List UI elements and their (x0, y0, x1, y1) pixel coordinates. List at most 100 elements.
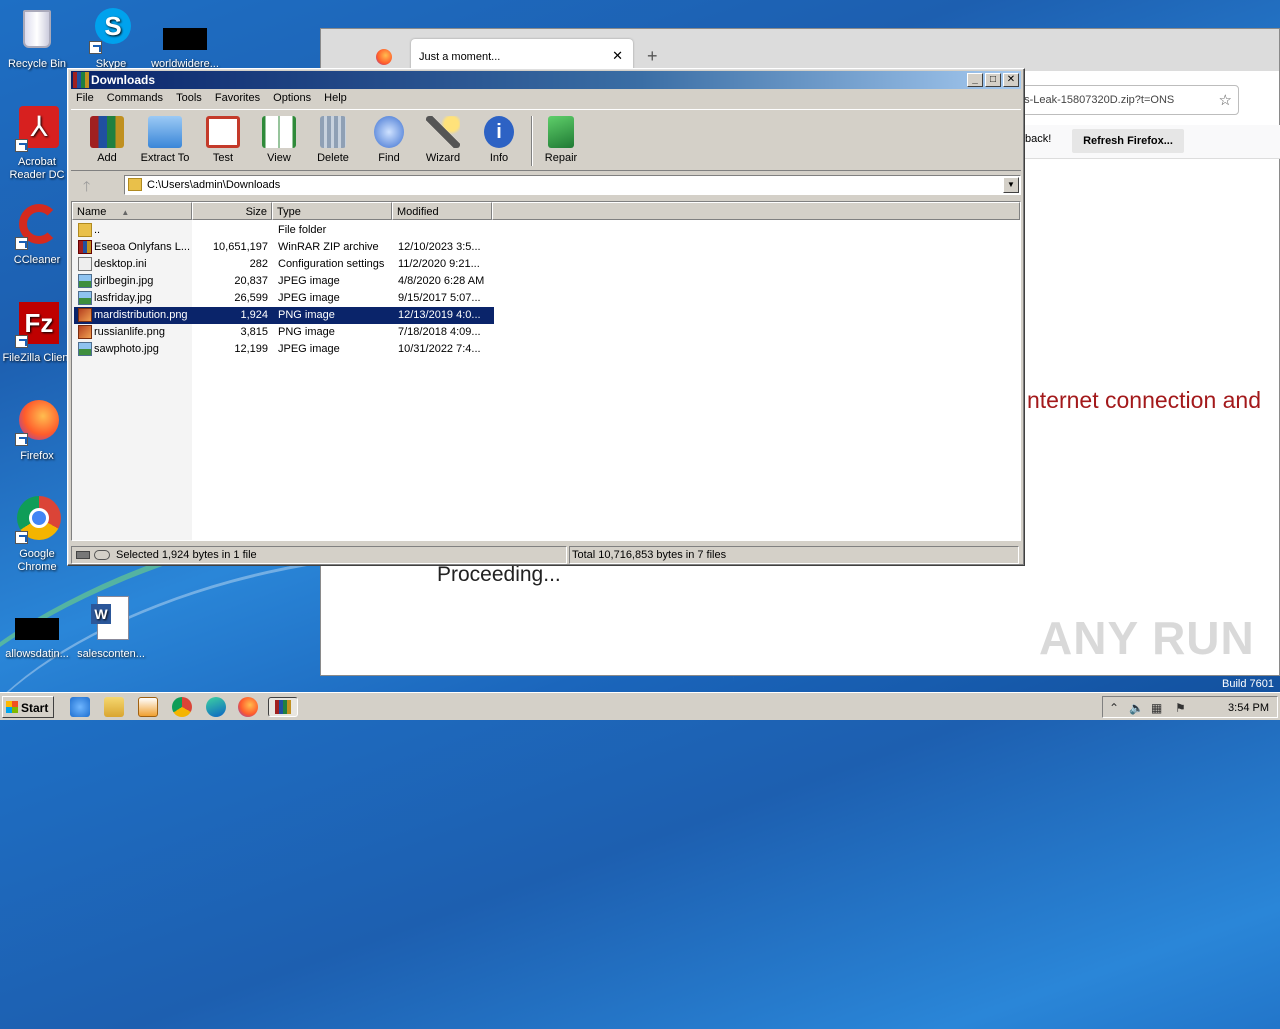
extract-folder-icon (148, 116, 182, 148)
view-button[interactable]: View (251, 116, 307, 164)
show-hidden-icons-icon[interactable]: ⌃ (1109, 701, 1119, 715)
tab-close-icon[interactable]: ✕ (612, 48, 623, 64)
up-folder-icon[interactable]: 🡑 (83, 176, 90, 200)
refresh-firefox-button[interactable]: Refresh Firefox... (1072, 129, 1184, 153)
cell-name: russianlife.png (94, 326, 165, 338)
word-document-icon: W (87, 596, 135, 644)
cell-size: 20,837 (234, 275, 268, 287)
menu-file[interactable]: File (71, 90, 99, 106)
desktop-icon-firefox[interactable]: Firefox (0, 398, 74, 463)
bookmark-star-icon[interactable]: ☆ (1219, 91, 1232, 109)
windows-logo-icon (6, 701, 18, 713)
window-title-bar[interactable]: Downloads _ □ ✕ (71, 71, 1021, 89)
desktop-icon-ccleaner[interactable]: CCleaner (0, 202, 74, 267)
desktop-icon-recycle-bin[interactable]: Recycle Bin (0, 6, 74, 71)
info-icon: i (484, 116, 514, 148)
add-button[interactable]: Add (79, 116, 135, 164)
table-row[interactable]: sawphoto.jpg 12,199 JPEG image 10/31/2022 7… (74, 341, 494, 358)
media-player-icon[interactable] (138, 697, 158, 717)
filezilla-icon: Fz (13, 300, 61, 348)
column-header-label: Name (77, 206, 107, 218)
volume-icon[interactable]: 🔈 (1129, 701, 1144, 715)
column-header-size[interactable]: Size (192, 202, 272, 220)
menu-commands[interactable]: Commands (102, 90, 168, 106)
cell-name: girlbegin.jpg (94, 275, 154, 287)
winrar-window[interactable]: Downloads _ □ ✕ File Commands Tools Favo… (67, 68, 1025, 566)
edge-icon[interactable] (206, 697, 226, 717)
delete-label: Delete (317, 152, 349, 164)
desktop-icon-skype[interactable]: S Skype (74, 6, 148, 71)
file-explorer-icon[interactable] (104, 697, 124, 717)
cell-type: File folder (278, 224, 327, 236)
internet-explorer-icon[interactable] (70, 697, 90, 717)
key-icon[interactable] (94, 550, 110, 560)
network-icon[interactable]: ▦ (1151, 701, 1162, 715)
cell-type: PNG image (278, 309, 335, 321)
info-button[interactable]: i Info (471, 116, 527, 164)
table-row[interactable]: russianlife.png 3,815 PNG image 7/18/2018 4… (74, 324, 494, 341)
desktop-icon-allowsdatin[interactable]: allowsdatin... (0, 596, 74, 661)
column-header-type[interactable]: Type (272, 202, 392, 220)
table-row[interactable]: lasfriday.jpg 26,599 JPEG image 9/15/2017 5… (74, 290, 494, 307)
maximize-button[interactable]: □ (985, 73, 1001, 87)
file-list[interactable]: Name ▲ Size Type Modified .. File folder E… (71, 201, 1021, 541)
firefox-taskbar-icon[interactable] (238, 697, 258, 717)
find-button[interactable]: Find (361, 116, 417, 164)
drive-icon[interactable] (76, 551, 90, 559)
ccleaner-icon (13, 202, 61, 250)
action-center-flag-icon[interactable]: ⚑ (1175, 701, 1186, 715)
url-bar[interactable]: ns-Leak-15807320D.zip?t=ONS ☆ (1011, 85, 1239, 115)
wizard-button[interactable]: Wizard (415, 116, 471, 164)
menu-favorites[interactable]: Favorites (210, 90, 265, 106)
cell-type: JPEG image (278, 343, 340, 355)
file-zip-icon (78, 240, 92, 254)
desktop-icon-acrobat[interactable]: ⅄ Acrobat Reader DC (0, 104, 74, 182)
chrome-taskbar-icon[interactable] (172, 697, 192, 717)
firefox-tab[interactable]: Just a moment... ✕ (411, 39, 633, 71)
recycle-bin-icon (13, 6, 61, 54)
new-tab-button[interactable]: + (647, 46, 658, 67)
address-row: 🡑 C:\Users\admin\Downloads ▼ (71, 173, 1021, 197)
cell-size: 1,924 (240, 309, 268, 321)
repair-label: Repair (544, 152, 578, 164)
table-row[interactable]: girlbegin.jpg 20,837 JPEG image 4/8/2020 6:… (74, 273, 494, 290)
winrar-taskbar-button[interactable] (268, 697, 298, 717)
extract-to-button[interactable]: Extract To (137, 116, 193, 164)
desktop-icon-filezilla[interactable]: Fz FileZilla Client (0, 300, 74, 365)
table-row[interactable]: Eseoa Onlyfans L... 10,651,197 WinRAR ZIP … (74, 239, 494, 256)
menu-tools[interactable]: Tools (171, 90, 207, 106)
test-button[interactable]: Test (195, 116, 251, 164)
column-header-modified[interactable]: Modified (392, 202, 492, 220)
minimize-button[interactable]: _ (967, 73, 983, 87)
chevron-down-icon[interactable]: ▼ (1003, 177, 1019, 193)
proceeding-text: Proceeding... (437, 563, 561, 586)
column-header-label: Size (245, 206, 267, 218)
view-label: View (267, 152, 291, 164)
column-header-name[interactable]: Name ▲ (72, 202, 192, 220)
desktop-icon-chrome[interactable]: Google Chrome (0, 496, 74, 574)
wizard-label: Wizard (425, 152, 461, 164)
file-jpg-icon (78, 274, 92, 288)
desktop-icon-salesconten[interactable]: W salesconten... (74, 596, 148, 661)
delete-button[interactable]: Delete (305, 116, 361, 164)
menu-help[interactable]: Help (319, 90, 352, 106)
skype-icon: S (87, 6, 135, 54)
desktop-icon-worldwidere[interactable]: worldwidere... (148, 6, 222, 71)
shortcut-arrow-icon (15, 139, 28, 152)
desktop-icon-label: Firefox (20, 450, 54, 462)
cell-type: Configuration settings (278, 258, 385, 270)
folder-icon (128, 178, 142, 191)
menu-options[interactable]: Options (268, 90, 316, 106)
clock[interactable]: 3:54 PM (1228, 702, 1269, 714)
repair-button[interactable]: Repair (533, 116, 589, 164)
delete-bin-icon (320, 116, 346, 148)
cell-type: JPEG image (278, 275, 340, 287)
path-combobox[interactable]: C:\Users\admin\Downloads ▼ (124, 175, 1021, 195)
start-button[interactable]: Start (2, 696, 54, 718)
close-button[interactable]: ✕ (1003, 73, 1019, 87)
desktop-icon-label: allowsdatin... (5, 648, 69, 660)
table-row[interactable]: desktop.ini 282 Configuration settings 11/2… (74, 256, 494, 273)
table-row[interactable]: mardistribution.png 1,924 PNG image 12/13/2… (74, 307, 494, 324)
firefox-tab-bar: Just a moment... ✕ + (321, 29, 1279, 71)
table-row[interactable]: .. File folder (74, 222, 494, 239)
